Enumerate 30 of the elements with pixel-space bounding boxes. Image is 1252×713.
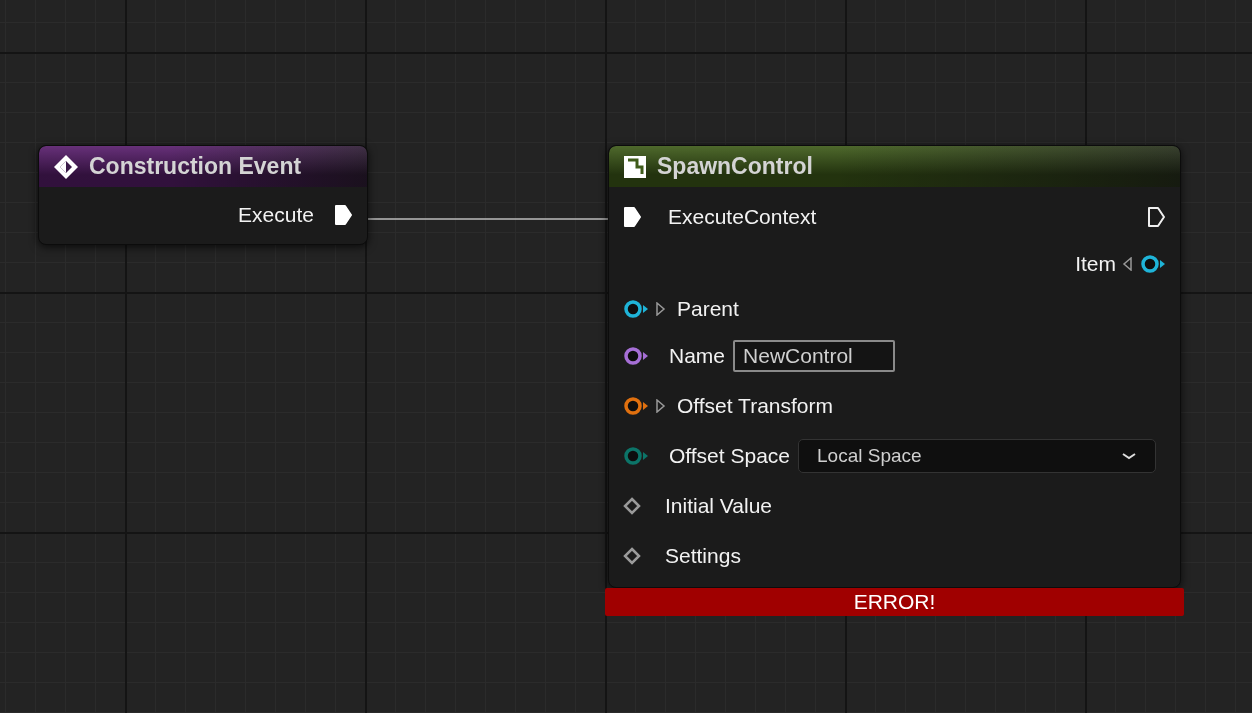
pin-label: Offset Space (669, 444, 791, 468)
pin-label: Parent (677, 297, 739, 321)
expand-arrow-icon[interactable] (655, 399, 667, 413)
expand-arrow-icon[interactable] (655, 302, 667, 316)
pin-label: Offset Transform (677, 394, 833, 418)
node-card[interactable]: SpawnControl ExecuteContext Item Parent Name NewControl Offset Transform Offset Space Local Space Initial Value Settings (608, 145, 1181, 588)
node-title: Construction Event (89, 153, 302, 180)
diamond-pin-icon[interactable] (623, 547, 641, 565)
pin-label: Name (669, 344, 726, 368)
node-card[interactable]: Construction Event Execute (38, 145, 368, 245)
pin-icon[interactable] (623, 299, 649, 319)
chevron-icon (1121, 451, 1138, 461)
event-icon (53, 153, 79, 180)
error-banner: ERROR! (605, 588, 1184, 616)
pin-icon[interactable] (623, 446, 649, 466)
function-icon (623, 154, 647, 179)
pin-icon[interactable] (1140, 254, 1166, 274)
dropdown[interactable]: Local Space (798, 439, 1157, 473)
pin-icon[interactable] (623, 396, 649, 416)
diamond-pin-icon[interactable] (623, 497, 641, 515)
pin-icon[interactable] (623, 346, 649, 366)
pin-label: ExecuteContext (668, 205, 817, 229)
node-title: SpawnControl (657, 153, 813, 180)
pin-label: Execute (238, 203, 314, 227)
expand-arrow-icon[interactable] (1122, 257, 1134, 271)
name-field[interactable]: NewControl (733, 340, 896, 372)
pin-label: Initial Value (665, 494, 772, 518)
pin-label: Item (1075, 252, 1116, 276)
pin-label: Settings (665, 544, 741, 568)
exec-pin-icon[interactable] (1147, 206, 1166, 228)
